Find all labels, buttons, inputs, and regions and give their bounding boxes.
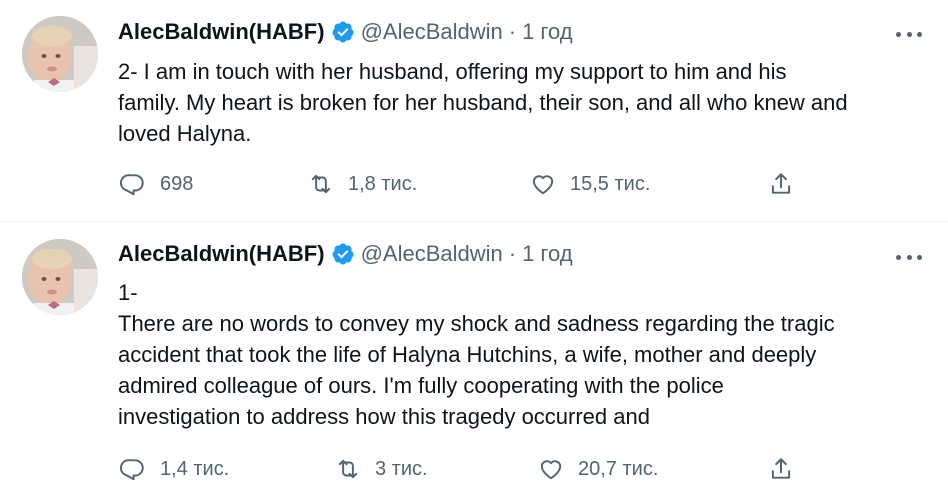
like-icon (532, 175, 554, 195)
retweet-count: 3 тис. (375, 457, 428, 480)
timestamp[interactable]: 1 год (522, 19, 572, 45)
more-icon[interactable] (896, 247, 922, 267)
reply-button[interactable]: 698 (120, 169, 193, 199)
author-handle[interactable]: @AlecBaldwin (361, 19, 503, 45)
tweet-text-line: 1- (118, 280, 138, 305)
tweet-text-line: 2- I am in touch with her husband, offer… (118, 59, 787, 84)
tweet-actions: 1,4 тис. 3 тис. 20,7 тис. (0, 454, 948, 484)
like-count: 20,7 тис. (578, 457, 659, 480)
tweet-text: 2- I am in touch with her husband, offer… (118, 56, 928, 149)
tweet-text-line: family. My heart is broken for her husba… (118, 90, 848, 115)
tweet-text: 1- There are no words to convey my shock… (118, 277, 928, 432)
share-button[interactable] (768, 169, 794, 199)
tweet-header: AlecBaldwin(HABF) @AlecBaldwin · 1 год (118, 17, 573, 47)
retweet-button[interactable]: 3 тис. (335, 454, 428, 484)
retweet-count: 1,8 тис. (348, 172, 418, 195)
tweet-text-line: accident that took the life of Halyna Hu… (118, 342, 817, 367)
more-icon[interactable] (896, 24, 922, 44)
tweet-text-line: loved Halyna. (118, 121, 252, 146)
avatar[interactable] (22, 16, 98, 92)
tweet[interactable]: AlecBaldwin(HABF) @AlecBaldwin · 1 год 1… (0, 221, 948, 500)
share-icon (771, 173, 791, 194)
reply-button[interactable]: 1,4 тис. (120, 454, 229, 484)
avatar[interactable] (22, 239, 98, 315)
tweet-text-line: admired colleague of ours. I'm fully coo… (118, 373, 724, 398)
reply-icon (120, 174, 144, 196)
like-button[interactable]: 15,5 тис. (530, 169, 650, 199)
like-icon (540, 460, 562, 480)
verified-badge-icon (332, 21, 354, 43)
verified-badge-icon (332, 243, 354, 265)
timestamp[interactable]: 1 год (522, 241, 572, 267)
like-count: 15,5 тис. (570, 172, 651, 195)
separator: · (508, 241, 517, 266)
share-icon (771, 458, 791, 479)
author-name[interactable]: AlecBaldwin(HABF) (118, 19, 325, 45)
reply-count: 698 (160, 172, 194, 195)
retweet-icon (338, 459, 358, 479)
tweet-text-line: investigation to address how this traged… (118, 404, 650, 429)
tweet[interactable]: AlecBaldwin(HABF) @AlecBaldwin · 1 год 2… (0, 0, 948, 221)
tweet-actions: 698 1,8 тис. 15,5 тис. (0, 169, 948, 199)
reply-icon (120, 459, 144, 481)
tweet-header: AlecBaldwin(HABF) @AlecBaldwin · 1 год (118, 239, 573, 269)
separator: · (508, 19, 517, 44)
author-name[interactable]: AlecBaldwin(HABF) (118, 241, 325, 267)
retweet-button[interactable]: 1,8 тис. (308, 169, 417, 199)
tweet-text-line: There are no words to convey my shock an… (118, 311, 835, 336)
retweet-icon (311, 174, 331, 194)
like-button[interactable]: 20,7 тис. (538, 454, 658, 484)
reply-count: 1,4 тис. (160, 457, 230, 480)
share-button[interactable] (768, 454, 794, 484)
author-handle[interactable]: @AlecBaldwin (361, 241, 503, 267)
